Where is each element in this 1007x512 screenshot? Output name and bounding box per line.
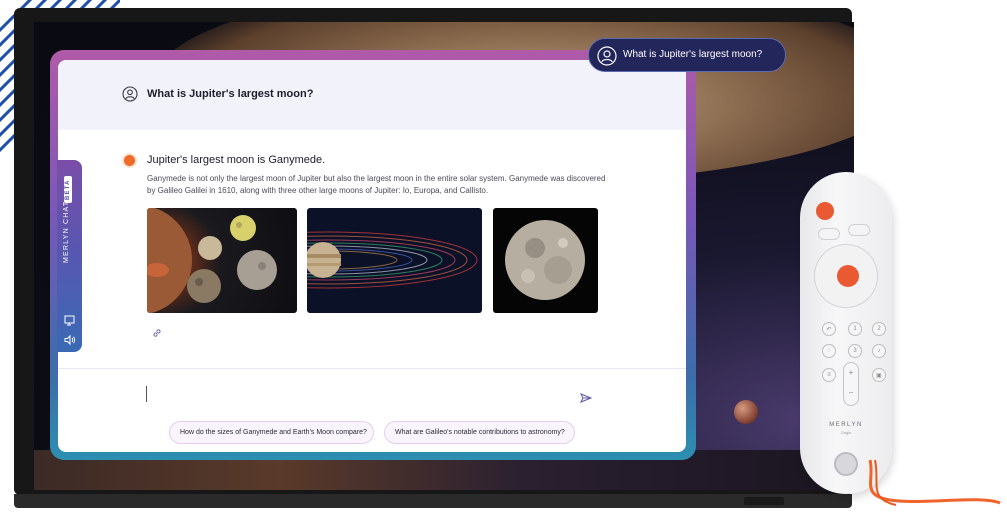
indicator-leds bbox=[744, 497, 784, 505]
remote-volume-rocker[interactable]: + − bbox=[843, 362, 859, 406]
user-avatar-icon bbox=[122, 86, 138, 102]
answer-heading: Jupiter's largest moon is Ganymede. bbox=[147, 154, 326, 166]
remote-voice-button[interactable] bbox=[816, 202, 834, 220]
remote-subbrand: Origin bbox=[840, 430, 852, 435]
remote-mute-key[interactable]: ♪ bbox=[872, 344, 886, 358]
remote-key-1[interactable]: 1 bbox=[848, 322, 862, 336]
remote-key-3[interactable]: 3 bbox=[848, 344, 862, 358]
answer-body: Ganymede is not only the largest moon of… bbox=[147, 174, 606, 195]
send-icon[interactable] bbox=[580, 393, 592, 403]
remote-mic-button[interactable] bbox=[818, 228, 840, 240]
remote-pointer-button[interactable] bbox=[848, 224, 870, 236]
link-icon[interactable] bbox=[152, 328, 162, 338]
screen-share-icon[interactable] bbox=[64, 314, 76, 326]
remote-screen-key[interactable]: ▣ bbox=[872, 368, 886, 382]
small-planet bbox=[734, 400, 758, 424]
remote-chat-key[interactable]: ◌ bbox=[822, 344, 836, 358]
question-text: What is Jupiter's largest moon? bbox=[147, 88, 314, 100]
assistant-indicator-icon bbox=[124, 155, 135, 166]
side-tab-labels: MERLYN CHAT BETA bbox=[63, 175, 77, 265]
beta-badge: BETA bbox=[64, 176, 72, 203]
remote-back-key[interactable]: ↶ bbox=[822, 322, 836, 336]
side-tab-brand: MERLYN CHAT bbox=[63, 200, 70, 263]
lanyard-strap bbox=[868, 459, 1001, 506]
jupiter-moons-image[interactable] bbox=[147, 208, 297, 313]
remote-brand: MERLYN bbox=[829, 422, 863, 428]
voice-query-pill: What is Jupiter's largest moon? bbox=[588, 38, 786, 72]
user-circle-icon bbox=[597, 46, 617, 66]
speaker-icon[interactable] bbox=[64, 334, 76, 346]
monitor-bezel-bar bbox=[14, 494, 852, 508]
remote-menu-key[interactable]: ≡ bbox=[822, 368, 836, 382]
pill-text: What is Jupiter's largest moon? bbox=[623, 49, 763, 60]
remote-key-2[interactable]: 2 bbox=[872, 322, 886, 336]
remote-control: ↶ 1 2 ◌ 3 ♪ ≡ ▣ + − MERLYN Origin bbox=[800, 172, 892, 494]
chat-input[interactable] bbox=[146, 386, 586, 402]
suggestion-chip[interactable]: How do the sizes of Ganymede and Earth's… bbox=[169, 421, 374, 444]
ganymede-image[interactable] bbox=[493, 208, 598, 313]
suggestion-chip[interactable]: What are Galileo's notable contributions… bbox=[384, 421, 575, 444]
remote-ok-button[interactable] bbox=[837, 265, 859, 287]
divider bbox=[58, 368, 686, 369]
jupiter-orbits-image[interactable] bbox=[307, 208, 482, 313]
chat-window: What is Jupiter's largest moon? Jupiter'… bbox=[58, 60, 686, 452]
